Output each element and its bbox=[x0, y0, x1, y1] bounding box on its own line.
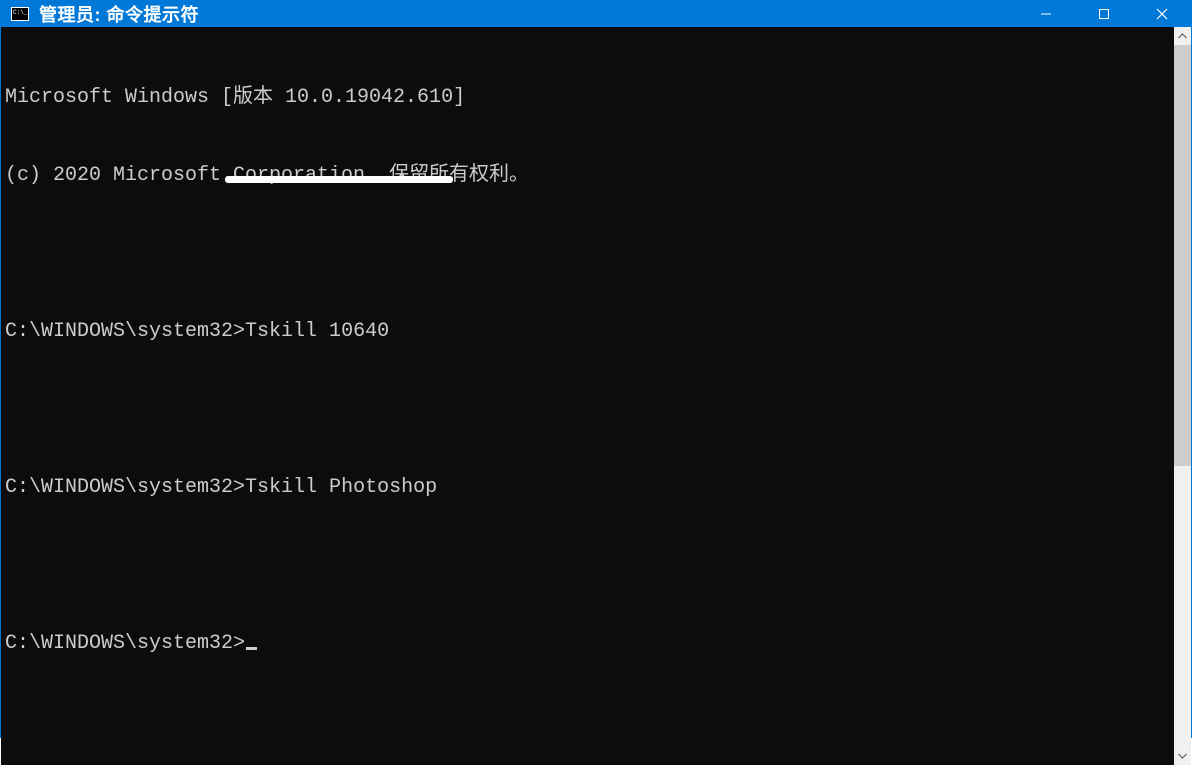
command-1: Tskill 10640 bbox=[245, 320, 389, 343]
header-line-2: (c) 2020 Microsoft Corporation. 保留所有权利。 bbox=[5, 163, 1170, 189]
current-prompt-line: C:\WINDOWS\system32> bbox=[5, 631, 1170, 657]
blank-line-1 bbox=[5, 241, 1170, 267]
command-line-1: C:\WINDOWS\system32>Tskill 10640 bbox=[5, 319, 1170, 345]
prompt-2: C:\WINDOWS\system32> bbox=[5, 476, 245, 499]
header-line-1: Microsoft Windows [版本 10.0.19042.610] bbox=[5, 85, 1170, 111]
close-button[interactable] bbox=[1133, 1, 1191, 27]
titlebar[interactable]: 管理员: 命令提示符 bbox=[1, 1, 1191, 27]
maximize-button[interactable] bbox=[1075, 1, 1133, 27]
vertical-scrollbar[interactable] bbox=[1174, 27, 1191, 765]
terminal-output[interactable]: Microsoft Windows [版本 10.0.19042.610] (c… bbox=[1, 27, 1174, 765]
prompt-1: C:\WINDOWS\system32> bbox=[5, 320, 245, 343]
scrollbar-up-button[interactable] bbox=[1174, 27, 1191, 45]
window-title: 管理员: 命令提示符 bbox=[39, 1, 199, 27]
prompt-3: C:\WINDOWS\system32> bbox=[5, 632, 245, 655]
window-controls bbox=[1017, 1, 1191, 27]
close-icon bbox=[1156, 8, 1168, 20]
scrollbar-track[interactable] bbox=[1174, 45, 1191, 747]
cmd-app-icon bbox=[11, 7, 29, 21]
minimize-button[interactable] bbox=[1017, 1, 1075, 27]
client-area: Microsoft Windows [版本 10.0.19042.610] (c… bbox=[1, 27, 1191, 765]
minimize-icon bbox=[1040, 8, 1052, 20]
chevron-down-icon bbox=[1178, 753, 1187, 759]
text-cursor bbox=[246, 647, 257, 650]
command-line-2: C:\WINDOWS\system32>Tskill Photoshop bbox=[5, 475, 1170, 501]
command-2: Tskill Photoshop bbox=[245, 476, 437, 499]
scrollbar-down-button[interactable] bbox=[1174, 747, 1191, 765]
annotation-underline bbox=[225, 176, 453, 183]
chevron-up-icon bbox=[1178, 33, 1187, 39]
blank-line-3 bbox=[5, 553, 1170, 579]
scrollbar-thumb[interactable] bbox=[1174, 45, 1191, 466]
blank-line-2 bbox=[5, 397, 1170, 423]
maximize-icon bbox=[1098, 8, 1110, 20]
cmd-window: 管理员: 命令提示符 Microsoft Windows [版本 10.0.19… bbox=[0, 0, 1192, 738]
